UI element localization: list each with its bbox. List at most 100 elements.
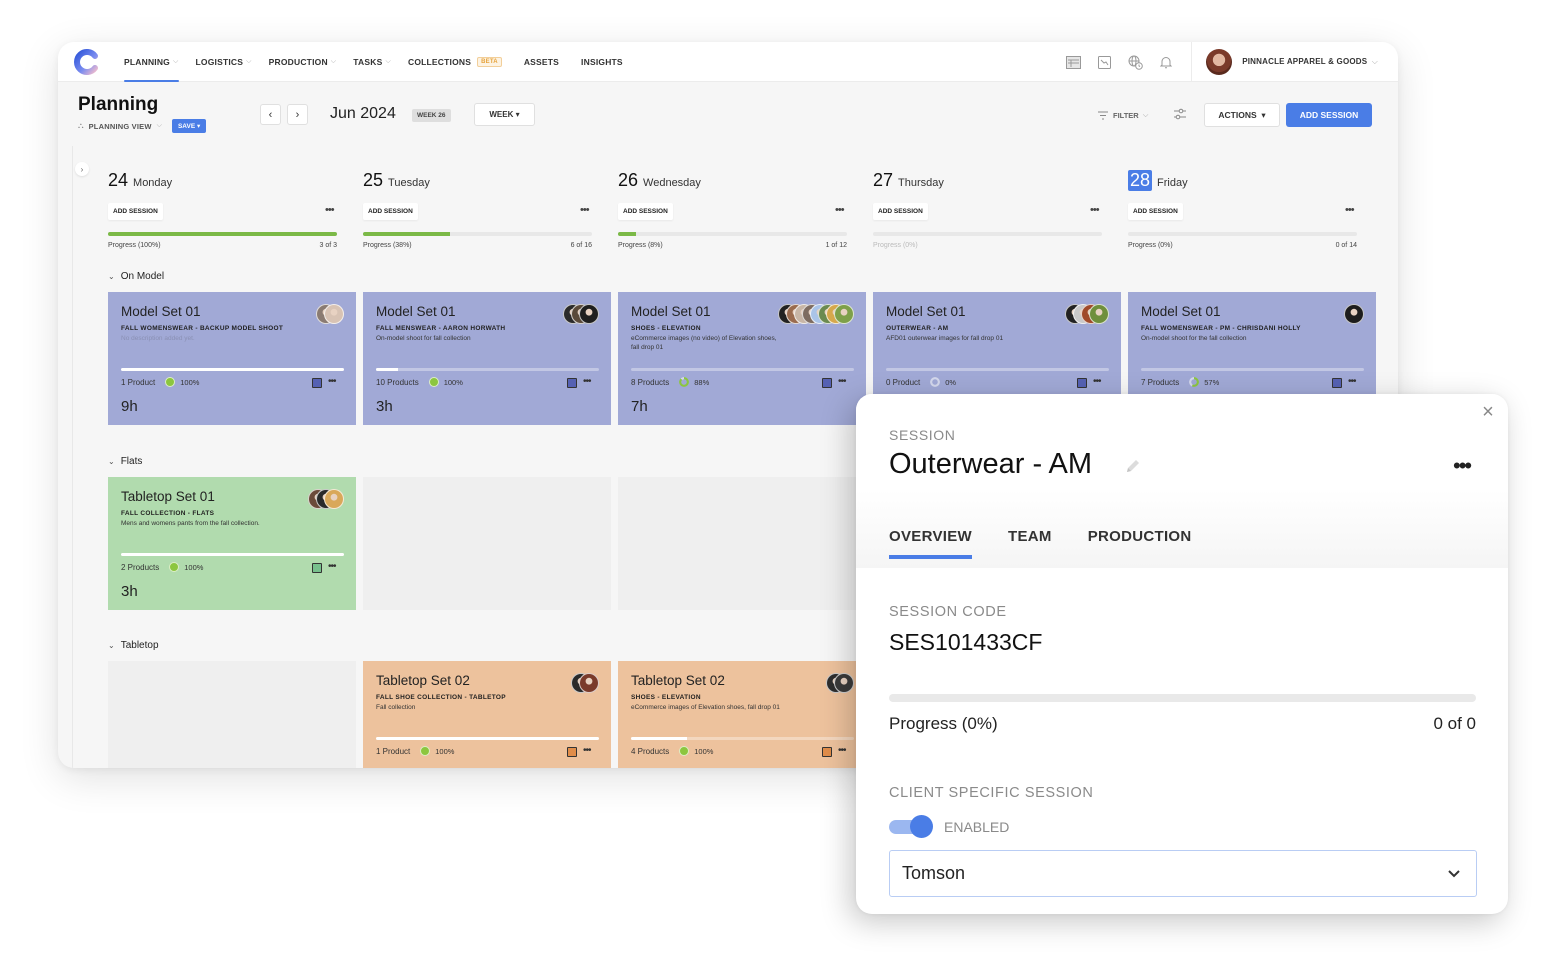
card-team-avatars bbox=[1065, 304, 1109, 324]
current-month: Jun 2024 bbox=[330, 105, 396, 122]
close-icon[interactable]: × bbox=[1480, 402, 1496, 422]
session-card[interactable]: Tabletop Set 01 FALL COLLECTION - FLATS … bbox=[108, 477, 356, 610]
tab-overview[interactable]: OVERVIEW bbox=[889, 528, 972, 559]
bell-icon[interactable] bbox=[1158, 54, 1174, 70]
card-products: 7 Products bbox=[1141, 377, 1180, 387]
card-color-swatch[interactable] bbox=[567, 378, 577, 388]
card-more-options-icon[interactable]: ••• bbox=[583, 377, 591, 387]
card-percent: 100% bbox=[694, 746, 714, 756]
card-description: On-model shoot for fall collection bbox=[376, 335, 471, 342]
day-header: 25 Tuesday bbox=[363, 170, 430, 191]
org-switcher[interactable]: PINNACLE APPAREL & GOODS ⌵ bbox=[1242, 57, 1378, 67]
card-more-options-icon[interactable]: ••• bbox=[583, 746, 591, 756]
card-more-options-icon[interactable]: ••• bbox=[1348, 377, 1356, 387]
c-logo-icon[interactable] bbox=[74, 49, 100, 75]
day-progress-label: Progress (8%) bbox=[618, 242, 663, 249]
card-description: Fall collection bbox=[376, 704, 416, 711]
card-more-options-icon[interactable]: ••• bbox=[838, 377, 846, 387]
nav-insights[interactable]: INSIGHTS bbox=[581, 42, 623, 82]
filter-button[interactable]: FILTER ⌵ bbox=[1098, 110, 1148, 120]
card-color-swatch[interactable] bbox=[1332, 378, 1342, 388]
expand-sidebar-icon[interactable]: › bbox=[75, 162, 89, 176]
nav-production[interactable]: PRODUCTION ⌵ bbox=[269, 42, 337, 82]
chevron-down-icon: ⌄ bbox=[108, 272, 115, 281]
group-flats[interactable]: ⌄ Flats bbox=[108, 456, 142, 467]
day-add-session-button[interactable]: ADD SESSION bbox=[618, 203, 673, 220]
card-progress-bar bbox=[631, 368, 854, 371]
sliders-icon[interactable] bbox=[1173, 107, 1187, 121]
day-progress-label: Progress (100%) bbox=[108, 242, 161, 249]
day-add-session-button[interactable]: ADD SESSION bbox=[873, 203, 928, 220]
card-color-swatch[interactable] bbox=[312, 378, 322, 388]
client-specific-toggle[interactable] bbox=[889, 815, 933, 838]
day-add-session-button[interactable]: ADD SESSION bbox=[1128, 203, 1183, 220]
day-more-options-icon[interactable]: ••• bbox=[325, 205, 335, 216]
nav-assets[interactable]: ASSETS bbox=[524, 42, 559, 82]
group-label: On Model bbox=[120, 271, 165, 282]
card-meta: 1 Product 100% bbox=[376, 746, 454, 756]
nav-logistics[interactable]: LOGISTICS ⌵ bbox=[196, 42, 252, 82]
planning-view-select[interactable]: PLANNING VIEW bbox=[89, 122, 152, 131]
day-more-options-icon[interactable]: ••• bbox=[835, 205, 845, 216]
card-color-swatch[interactable] bbox=[822, 378, 832, 388]
user-avatar[interactable] bbox=[1206, 49, 1233, 75]
session-card[interactable]: Model Set 01 FALL WOMENSWEAR - BACKUP MO… bbox=[108, 292, 356, 425]
tab-team[interactable]: TEAM bbox=[1008, 528, 1052, 559]
next-week-button[interactable]: › bbox=[287, 104, 308, 125]
day-progress-fill bbox=[108, 232, 337, 236]
day-more-options-icon[interactable]: ••• bbox=[580, 205, 590, 216]
more-options-icon[interactable]: ••• bbox=[1453, 455, 1472, 477]
range-select[interactable]: WEEK ▾ bbox=[474, 103, 535, 126]
day-more-options-icon[interactable]: ••• bbox=[1090, 205, 1100, 216]
session-card[interactable]: Tabletop Set 02 FALL SHOE COLLECTION - T… bbox=[363, 661, 611, 768]
card-progress-fill bbox=[121, 553, 344, 556]
group-on-model[interactable]: ⌄ On Model bbox=[108, 271, 164, 282]
card-more-options-icon[interactable]: ••• bbox=[1093, 377, 1101, 387]
nav-tasks[interactable]: TASKS ⌵ bbox=[353, 42, 391, 82]
chevron-down-icon: ⌵ bbox=[156, 122, 162, 129]
nav-production-label: PRODUCTION bbox=[268, 57, 328, 67]
nav-tasks-label: TASKS bbox=[353, 57, 383, 67]
group-tabletop[interactable]: ⌄ Tabletop bbox=[108, 640, 159, 651]
card-color-swatch[interactable] bbox=[822, 747, 832, 757]
nav-planning[interactable]: PLANNING ⌵ bbox=[124, 42, 179, 82]
chart-icon[interactable] bbox=[1096, 54, 1112, 70]
empty-slot[interactable] bbox=[108, 661, 356, 768]
day-more-options-icon[interactable]: ••• bbox=[1345, 205, 1355, 216]
globe-clock-icon[interactable] bbox=[1127, 54, 1143, 70]
day-progress-bar bbox=[618, 232, 847, 236]
status-progress-ring bbox=[1189, 377, 1200, 387]
tab-production[interactable]: PRODUCTION bbox=[1088, 528, 1192, 559]
chevron-down-icon: ⌵ bbox=[385, 58, 391, 65]
day-add-session-button[interactable]: ADD SESSION bbox=[108, 203, 163, 220]
card-team-avatars bbox=[308, 489, 344, 509]
add-session-button[interactable]: ADD SESSION bbox=[1286, 103, 1372, 127]
day-progress-fill bbox=[618, 232, 637, 236]
empty-slot[interactable] bbox=[618, 477, 866, 610]
card-team-avatars bbox=[778, 304, 854, 324]
session-card[interactable]: Model Set 01 FALL MENSWEAR - AARON HORWA… bbox=[363, 292, 611, 425]
card-subtitle: FALL WOMENSWEAR - BACKUP MODEL SHOOT bbox=[121, 325, 284, 332]
day-progress-label: Progress (0%) bbox=[873, 242, 918, 249]
pencil-icon[interactable] bbox=[1124, 457, 1142, 475]
day-progress-count: 1 of 12 bbox=[825, 242, 847, 249]
card-color-swatch[interactable] bbox=[567, 747, 577, 757]
card-color-swatch[interactable] bbox=[312, 563, 322, 573]
calendar-board-icon[interactable] bbox=[1065, 54, 1081, 70]
card-more-options-icon[interactable]: ••• bbox=[838, 746, 846, 756]
card-more-options-icon[interactable]: ••• bbox=[328, 377, 336, 387]
empty-slot[interactable] bbox=[363, 477, 611, 610]
day-add-session-button[interactable]: ADD SESSION bbox=[363, 203, 418, 220]
actions-button[interactable]: ACTIONS ▾ bbox=[1204, 103, 1280, 127]
card-more-options-icon[interactable]: ••• bbox=[328, 562, 336, 572]
prev-week-button[interactable]: ‹ bbox=[260, 104, 281, 125]
session-card[interactable]: Tabletop Set 02 SHOES - ELEVATION eComme… bbox=[618, 661, 866, 768]
save-button[interactable]: SAVE ▾ bbox=[171, 119, 207, 133]
client-select[interactable]: Tomson bbox=[889, 850, 1477, 897]
card-percent: 100% bbox=[443, 377, 463, 387]
session-title: Outerwear - AM bbox=[889, 448, 1093, 480]
session-card[interactable]: Model Set 01 SHOES - ELEVATION eCommerce… bbox=[618, 292, 866, 425]
nav-collections[interactable]: COLLECTIONS BETA bbox=[408, 42, 502, 82]
card-color-swatch[interactable] bbox=[1077, 378, 1087, 388]
card-progress-bar bbox=[121, 368, 344, 371]
